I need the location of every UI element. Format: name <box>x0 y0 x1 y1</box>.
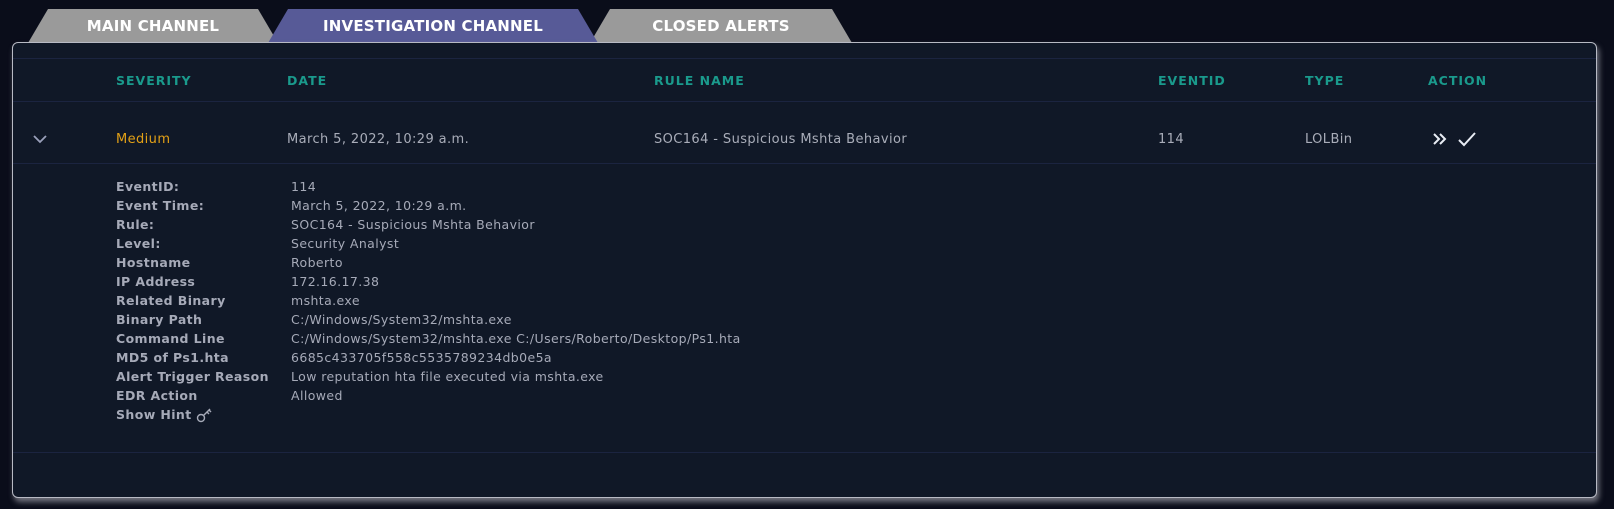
row-eventid: 114 <box>1158 132 1185 147</box>
divider <box>13 163 1596 164</box>
detail-key: EDR Action <box>116 388 198 403</box>
detail-row: Binary Path C:/Windows/System32/mshta.exe <box>116 310 741 329</box>
detail-key: EventID: <box>116 179 180 194</box>
detail-value: 114 <box>291 179 317 194</box>
detail-row: IP Address 172.16.17.38 <box>116 272 741 291</box>
alerts-panel: SEVERITY DATE RULE NAME EVENTID TYPE ACT… <box>12 42 1597 498</box>
show-hint-button[interactable]: Show Hint <box>116 407 291 423</box>
detail-row: Rule: SOC164 - Suspicious Mshta Behavior <box>116 215 741 234</box>
detail-row: EventID: 114 <box>116 177 741 196</box>
detail-row: Related Binary mshta.exe <box>116 291 741 310</box>
show-hint-label: Show Hint <box>116 407 192 422</box>
header-action: ACTION <box>1428 73 1488 88</box>
detail-row: MD5 of Ps1.hta 6685c433705f558c5535789234… <box>116 348 741 367</box>
alert-details: EventID: 114 Event Time: March 5, 2022, 10… <box>116 177 741 424</box>
tab-label: CLOSED ALERTS <box>652 17 790 35</box>
detail-value: 6685c433705f558c5535789234db0e5a <box>291 350 552 365</box>
detail-row: EDR Action Allowed <box>116 386 741 405</box>
detail-row: Command Line C:/Windows/System32/mshta.ex… <box>116 329 741 348</box>
tab-label: MAIN CHANNEL <box>86 17 220 35</box>
divider <box>13 101 1596 102</box>
detail-value: March 5, 2022, 10:29 a.m. <box>291 198 467 213</box>
header-eventid[interactable]: EVENTID <box>1158 73 1226 88</box>
row-date: March 5, 2022, 10:29 a.m. <box>287 132 470 147</box>
detail-value: Roberto <box>291 255 343 270</box>
tab-main-channel[interactable]: MAIN CHANNEL <box>28 9 278 43</box>
detail-value: Allowed <box>291 388 343 403</box>
divider <box>13 58 1596 59</box>
detail-row: Alert Trigger Reason Low reputation hta f… <box>116 367 741 386</box>
row-rule-name: SOC164 - Suspicious Mshta Behavior <box>654 132 908 147</box>
tab-investigation-channel[interactable]: INVESTIGATION CHANNEL <box>268 9 598 43</box>
detail-key: Hostname <box>116 255 191 270</box>
check-icon[interactable] <box>1456 129 1478 149</box>
take-ownership-icon[interactable] <box>1431 129 1449 149</box>
tab-closed-alerts[interactable]: CLOSED ALERTS <box>590 9 852 43</box>
header-rule-name[interactable]: RULE NAME <box>654 73 745 88</box>
detail-key: Event Time: <box>116 198 205 213</box>
tab-label: INVESTIGATION CHANNEL <box>323 17 543 35</box>
header-date[interactable]: DATE <box>287 73 327 88</box>
show-hint-row: Show Hint <box>116 405 741 424</box>
detail-value: Security Analyst <box>291 236 400 251</box>
detail-value: SOC164 - Suspicious Mshta Behavior <box>291 217 535 232</box>
detail-value: 172.16.17.38 <box>291 274 380 289</box>
detail-key: Alert Trigger Reason <box>116 369 269 384</box>
header-type[interactable]: TYPE <box>1305 73 1344 88</box>
detail-key: MD5 of Ps1.hta <box>116 350 229 365</box>
row-type: LOLBin <box>1305 132 1353 147</box>
channel-tabs: MAIN CHANNEL CLOSED ALERTS INVESTIGATION… <box>0 0 1614 44</box>
severity-badge: Medium <box>116 132 171 147</box>
detail-value: C:/Windows/System32/mshta.exe C:/Users/R… <box>291 331 741 346</box>
detail-key: Binary Path <box>116 312 203 327</box>
key-icon <box>196 408 212 422</box>
detail-row: Hostname Roberto <box>116 253 741 272</box>
detail-key: IP Address <box>116 274 196 289</box>
detail-key: Level: <box>116 236 161 251</box>
header-severity[interactable]: SEVERITY <box>116 73 192 88</box>
detail-value: C:/Windows/System32/mshta.exe <box>291 312 512 327</box>
chevron-down-icon[interactable] <box>30 131 50 147</box>
detail-row: Event Time: March 5, 2022, 10:29 a.m. <box>116 196 741 215</box>
detail-row: Level: Security Analyst <box>116 234 741 253</box>
detail-value: mshta.exe <box>291 293 360 308</box>
detail-key: Related Binary <box>116 293 226 308</box>
divider <box>13 452 1596 453</box>
detail-key: Rule: <box>116 217 155 232</box>
detail-key: Command Line <box>116 331 225 346</box>
detail-value: Low reputation hta file executed via msh… <box>291 369 604 384</box>
